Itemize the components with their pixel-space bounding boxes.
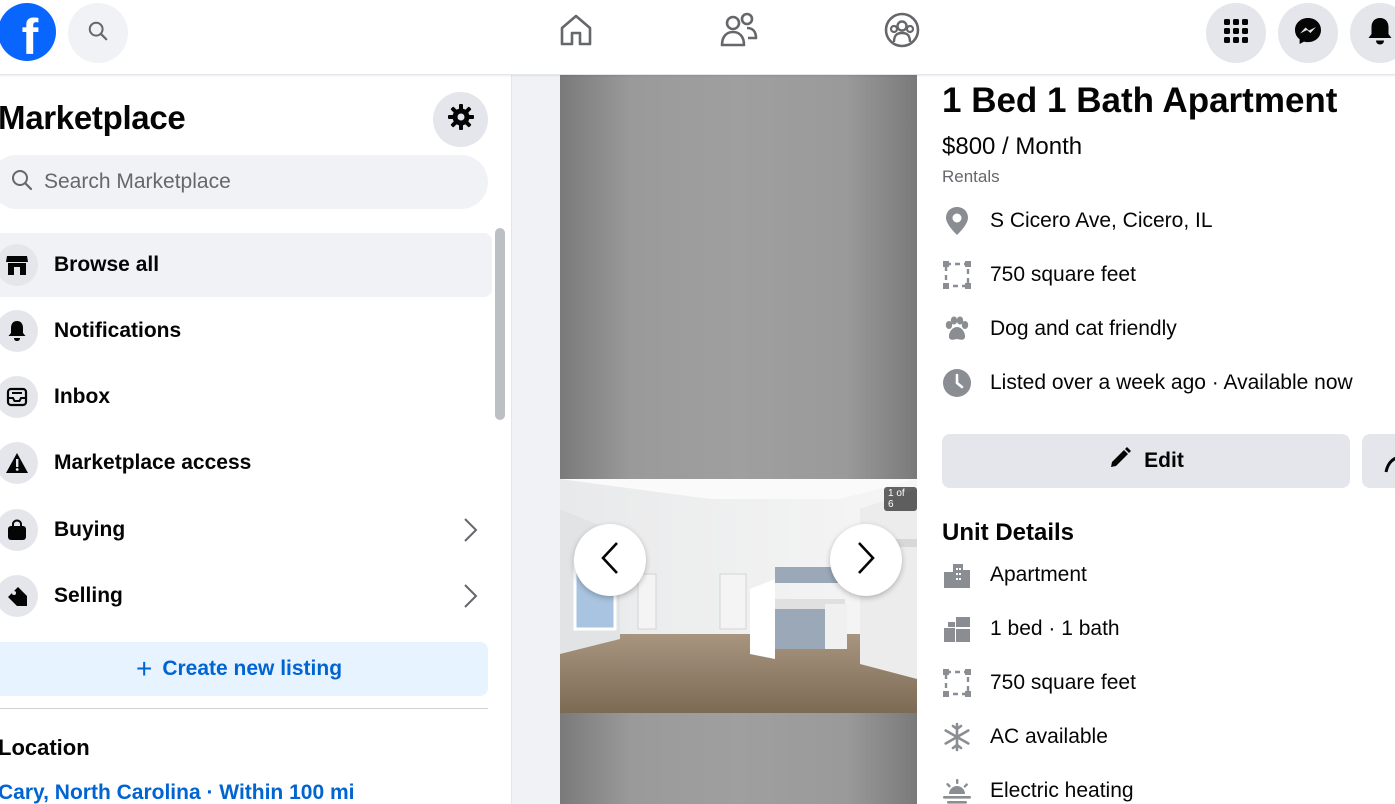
edit-listing-button[interactable]: Edit: [942, 434, 1350, 488]
tag-icon: [0, 575, 38, 617]
square-footage-icon: [942, 260, 972, 290]
groups-nav-button[interactable]: [882, 12, 922, 52]
share-listing-button[interactable]: [1362, 434, 1395, 488]
listing-photo-gallery: 1 of 6: [560, 75, 917, 804]
warning-icon: [0, 442, 38, 484]
home-icon: [557, 11, 595, 54]
messenger-icon: [1293, 16, 1323, 51]
listing-title: 1 Bed 1 Bath Apartment: [942, 81, 1338, 120]
square-footage-icon: [942, 668, 972, 698]
heating-text: Electric heating: [990, 779, 1134, 802]
sidebar-item-label: Marketplace access: [54, 451, 252, 474]
search-icon: [10, 168, 34, 197]
storefront-icon: [0, 244, 38, 286]
listing-size-row: 750 square feet: [942, 258, 1136, 292]
sidebar-item-label: Inbox: [54, 385, 110, 408]
search-button[interactable]: [68, 3, 128, 63]
create-new-listing-button[interactable]: + Create new listing: [0, 642, 488, 696]
bed-bath-icon: [942, 614, 972, 644]
listing-photo[interactable]: 1 of 6: [560, 479, 917, 713]
sidebar-item-label: Buying: [54, 518, 126, 541]
listing-pets-row: Dog and cat friendly: [942, 312, 1177, 346]
unit-size-row: 750 square feet: [942, 666, 1136, 700]
create-listing-label: Create new listing: [162, 657, 343, 680]
heating-row: Electric heating: [942, 774, 1134, 804]
friends-icon: [719, 12, 759, 53]
unit-size-text: 750 square feet: [990, 671, 1136, 694]
listing-price: $800 / Month: [942, 133, 1083, 160]
sidebar-item-label: Notifications: [54, 319, 182, 342]
groups-icon: [883, 11, 921, 54]
size-text: 750 square feet: [990, 263, 1136, 286]
previous-photo-button[interactable]: [574, 524, 646, 596]
inbox-icon: [0, 376, 38, 418]
listed-time-text: Listed over a week ago · Available now: [990, 371, 1353, 394]
chevron-right-icon: [462, 516, 478, 549]
top-navigation-bar: f: [0, 0, 1395, 75]
listing-details-panel: 1 Bed 1 Bath Apartment $800 / Month Rent…: [942, 75, 1395, 804]
bed-bath-text: 1 bed · 1 bath: [990, 617, 1120, 640]
location-pin-icon: [942, 206, 972, 236]
facebook-logo[interactable]: f: [0, 3, 56, 65]
notifications-button[interactable]: [1350, 3, 1395, 63]
sidebar-item-label: Browse all: [54, 253, 160, 276]
building-icon: [942, 560, 972, 590]
sidebar-title: Marketplace: [0, 99, 186, 136]
gear-icon: [447, 103, 475, 136]
chevron-left-icon: [599, 540, 621, 581]
next-photo-button[interactable]: [830, 524, 902, 596]
search-icon: [87, 20, 109, 47]
ac-row: AC available: [942, 720, 1108, 754]
chevron-right-icon: [462, 582, 478, 615]
paw-icon: [942, 314, 972, 344]
unit-type-text: Apartment: [990, 563, 1087, 586]
plus-icon: +: [135, 653, 153, 684]
menu-button[interactable]: [1206, 3, 1266, 63]
clock-icon: [942, 368, 972, 398]
messenger-button[interactable]: [1278, 3, 1338, 63]
listing-category[interactable]: Rentals: [942, 167, 1000, 187]
bed-bath-row: 1 bed · 1 bath: [942, 612, 1120, 646]
menu-grid-icon: [1223, 18, 1249, 49]
sidebar-item-buying[interactable]: Buying: [0, 498, 492, 562]
unit-details-heading: Unit Details: [942, 519, 1075, 546]
sidebar-item-label: Selling: [54, 584, 123, 607]
friends-nav-button[interactable]: [719, 12, 759, 52]
sidebar-divider: [0, 708, 488, 709]
search-placeholder: Search Marketplace: [44, 170, 231, 193]
pencil-icon: [1108, 446, 1144, 476]
listing-time-row: Listed over a week ago · Available now: [942, 366, 1353, 400]
heating-icon: [942, 776, 972, 804]
location-text: S Cicero Ave, Cicero, IL: [990, 209, 1213, 232]
marketplace-settings-button[interactable]: [433, 92, 488, 147]
logo-letter: f: [21, 9, 39, 65]
location-heading: Location: [0, 735, 90, 760]
sidebar-item-notifications[interactable]: Notifications: [0, 299, 492, 363]
shopping-bag-icon: [0, 509, 38, 551]
sidebar-item-inbox[interactable]: Inbox: [0, 365, 492, 429]
snowflake-icon: [942, 722, 972, 752]
location-link[interactable]: Cary, North Carolina · Within 100 mi: [0, 781, 354, 804]
sidebar-scrollbar[interactable]: [495, 228, 505, 420]
marketplace-sidebar: Marketplace Search Marketplace Browse al…: [0, 75, 512, 804]
sidebar-item-marketplace-access[interactable]: Marketplace access: [0, 431, 492, 495]
chevron-right-icon: [855, 540, 877, 581]
notifications-icon: [1366, 16, 1394, 51]
pets-text: Dog and cat friendly: [990, 317, 1177, 340]
ac-text: AC available: [990, 725, 1108, 748]
marketplace-search-input[interactable]: Search Marketplace: [0, 155, 488, 209]
share-icon: [1384, 448, 1395, 479]
photo-counter: 1 of 6: [884, 487, 917, 511]
sidebar-item-selling[interactable]: Selling: [0, 564, 492, 628]
unit-type-row: Apartment: [942, 558, 1087, 592]
bell-icon: [0, 310, 38, 352]
sidebar-item-browse-all[interactable]: Browse all: [0, 233, 492, 297]
listing-location-row[interactable]: S Cicero Ave, Cicero, IL: [942, 204, 1213, 238]
home-nav-button[interactable]: [556, 12, 596, 52]
edit-label: Edit: [1144, 449, 1184, 472]
